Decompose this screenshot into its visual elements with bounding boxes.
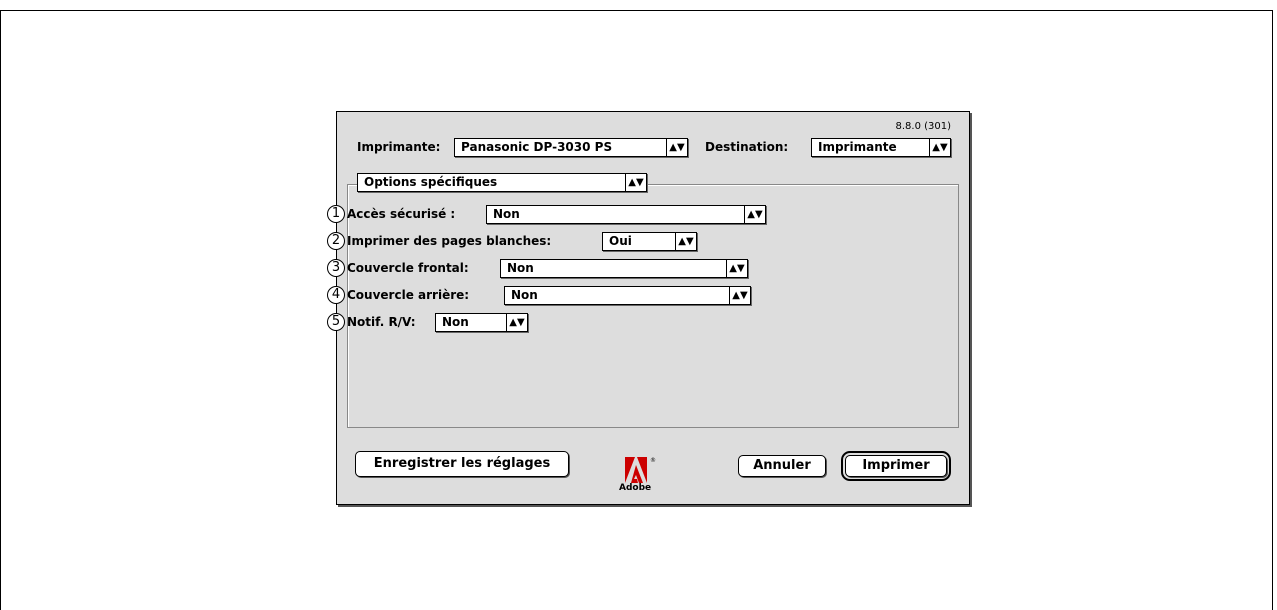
blank-pages-label: Imprimer des pages blanches:	[347, 234, 552, 248]
up-down-arrows-icon: ▲▼	[666, 139, 687, 156]
secure-access-value: Non	[493, 207, 520, 221]
front-cover-label: Couvercle frontal:	[347, 261, 469, 275]
duplex-notif-label: Notif. R/V:	[347, 315, 416, 329]
up-down-arrows-icon: ▲▼	[744, 206, 765, 223]
circled-number-icon: 2	[327, 232, 345, 250]
save-settings-button[interactable]: Enregistrer les réglages	[355, 451, 569, 477]
panel-select[interactable]: Options spécifiques ▲▼	[357, 173, 647, 192]
up-down-arrows-icon: ▲▼	[729, 287, 750, 304]
version-label: 8.8.0 (301)	[895, 121, 951, 132]
destination-label: Destination:	[705, 140, 789, 154]
printer-select[interactable]: Panasonic DP-3030 PS ▲▼	[454, 138, 688, 157]
front-cover-select[interactable]: Non ▲▼	[500, 259, 748, 278]
destination-select-value: Imprimante	[818, 140, 897, 154]
secure-access-select[interactable]: Non ▲▼	[486, 205, 766, 224]
cancel-button[interactable]: Annuler	[738, 455, 826, 477]
adobe-logo-text: Adobe	[619, 483, 652, 493]
printer-label: Imprimante:	[357, 140, 441, 154]
svg-text:®: ®	[650, 457, 656, 464]
up-down-arrows-icon: ▲▼	[929, 139, 950, 156]
panel-select-value: Options spécifiques	[364, 175, 498, 189]
duplex-notif-value: Non	[442, 315, 469, 329]
up-down-arrows-icon: ▲▼	[506, 314, 527, 331]
back-cover-label: Couvercle arrière:	[347, 288, 470, 302]
up-down-arrows-icon: ▲▼	[625, 174, 646, 191]
back-cover-select[interactable]: Non ▲▼	[504, 286, 751, 305]
circled-number-icon: 1	[327, 205, 345, 223]
blank-pages-select[interactable]: Oui ▲▼	[602, 232, 697, 251]
print-button[interactable]: Imprimer	[841, 451, 951, 481]
blank-pages-value: Oui	[609, 234, 632, 248]
destination-select[interactable]: Imprimante ▲▼	[811, 138, 951, 157]
circled-number-icon: 4	[327, 286, 345, 304]
circled-number-icon: 5	[327, 313, 345, 331]
up-down-arrows-icon: ▲▼	[726, 260, 747, 277]
printer-select-value: Panasonic DP-3030 PS	[461, 140, 613, 154]
secure-access-label: Accès sécurisé :	[347, 207, 456, 221]
duplex-notif-select[interactable]: Non ▲▼	[435, 313, 528, 332]
print-dialog: 8.8.0 (301) Imprimante: Panasonic DP-303…	[327, 111, 970, 505]
front-cover-value: Non	[507, 261, 534, 275]
back-cover-value: Non	[511, 288, 538, 302]
circled-number-icon: 3	[327, 259, 345, 277]
up-down-arrows-icon: ▲▼	[675, 233, 696, 250]
